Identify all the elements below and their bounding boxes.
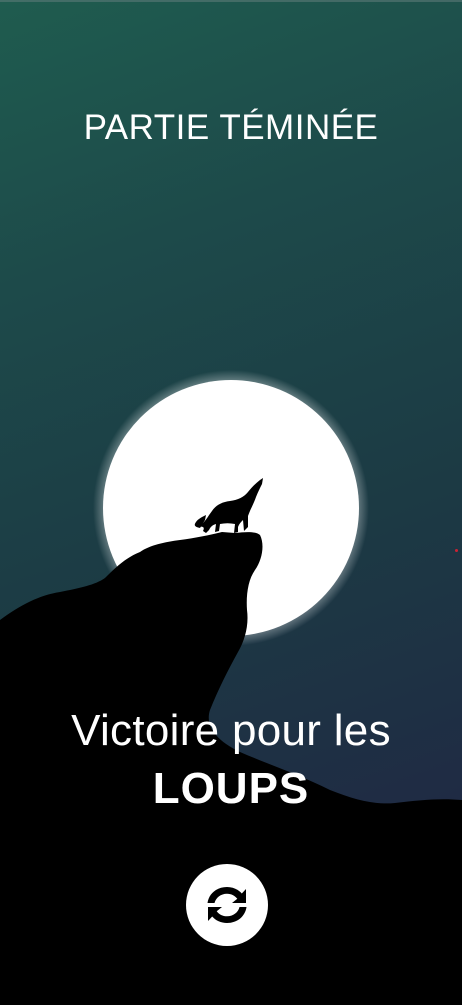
moon-wolf-scene (0, 370, 462, 1005)
winner-name: LOUPS (152, 764, 310, 813)
replay-button[interactable] (186, 864, 268, 946)
result-label: Victoire pour les (71, 706, 391, 755)
stray-dot (455, 549, 458, 552)
result-message: Victoire pour les LOUPS (0, 702, 462, 818)
refresh-icon (207, 887, 247, 923)
game-over-screen: PARTIE TÉMINÉE Victoire pour les LOUPS (0, 0, 462, 1005)
page-title: PARTIE TÉMINÉE (83, 108, 379, 147)
